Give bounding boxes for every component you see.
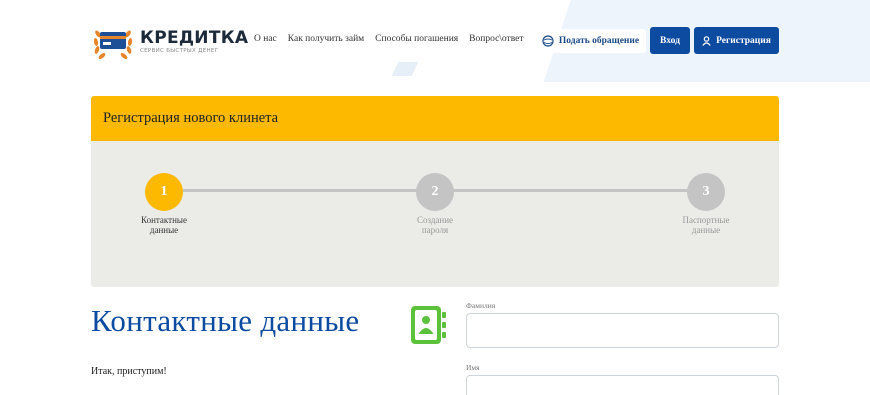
logo-subtitle: СЕРВИС БЫСТРЫХ ДЕНЕГ	[140, 48, 219, 54]
step-3-label: Паспортные данные	[666, 215, 746, 235]
step-3-label-line1: Паспортные	[682, 215, 730, 225]
name-field[interactable]	[466, 375, 779, 395]
contact-section-heading: Контактные данные	[91, 303, 360, 338]
step-1-label: Контактные данные	[124, 215, 204, 235]
address-book-icon	[411, 306, 446, 344]
surname-label: Фамилия	[466, 301, 496, 310]
nav-item-how-to-get-loan[interactable]: Как получить займ	[288, 34, 364, 44]
header-background-stripe	[391, 62, 419, 76]
progress-track-1-2	[183, 189, 419, 192]
logo-title: КРЕДИТКА	[140, 28, 249, 48]
login-button[interactable]: Вход	[650, 27, 690, 54]
register-button-label: Регистрация	[716, 35, 771, 46]
step-2-circle[interactable]: 2	[416, 173, 454, 211]
nav-item-repayment-methods[interactable]: Способы погашения	[375, 34, 458, 44]
name-label: Имя	[466, 363, 480, 372]
registration-title: Регистрация нового клинета	[103, 110, 279, 126]
logo[interactable]: КРЕДИТКА СЕРВИС БЫСТРЫХ ДЕНЕГ	[91, 22, 248, 62]
step-1-label-line1: Контактные	[141, 215, 187, 225]
user-icon	[702, 35, 711, 46]
step-2-label-line1: Создание	[416, 215, 454, 225]
register-button[interactable]: Регистрация	[694, 27, 779, 54]
step-2-label: Создание пароля	[395, 215, 475, 235]
surname-field[interactable]	[466, 313, 779, 348]
step-1-label-line2: данные	[149, 225, 179, 235]
logo-emblem-icon	[93, 30, 133, 59]
intro-text: Итак, приступим!	[91, 366, 167, 377]
step-3-label-line2: данные	[691, 225, 721, 235]
step-2-label-line2: пароля	[421, 225, 449, 235]
registration-steps-panel	[91, 141, 779, 287]
progress-track-2-3	[452, 189, 690, 192]
nav-item-faq[interactable]: Вопрос\ответ	[469, 34, 523, 44]
registration-card-header: Регистрация нового клинета	[91, 96, 779, 141]
submit-appeal-label: Подать обращение	[558, 36, 640, 46]
nav-item-about[interactable]: О нас	[254, 34, 277, 44]
support-globe-icon	[542, 35, 554, 47]
submit-appeal-button[interactable]: Подать обращение	[535, 29, 646, 53]
step-3-circle[interactable]: 3	[687, 173, 725, 211]
step-1-circle[interactable]: 1	[145, 173, 183, 211]
main-nav: О нас Как получить займ Способы погашени…	[254, 34, 524, 44]
